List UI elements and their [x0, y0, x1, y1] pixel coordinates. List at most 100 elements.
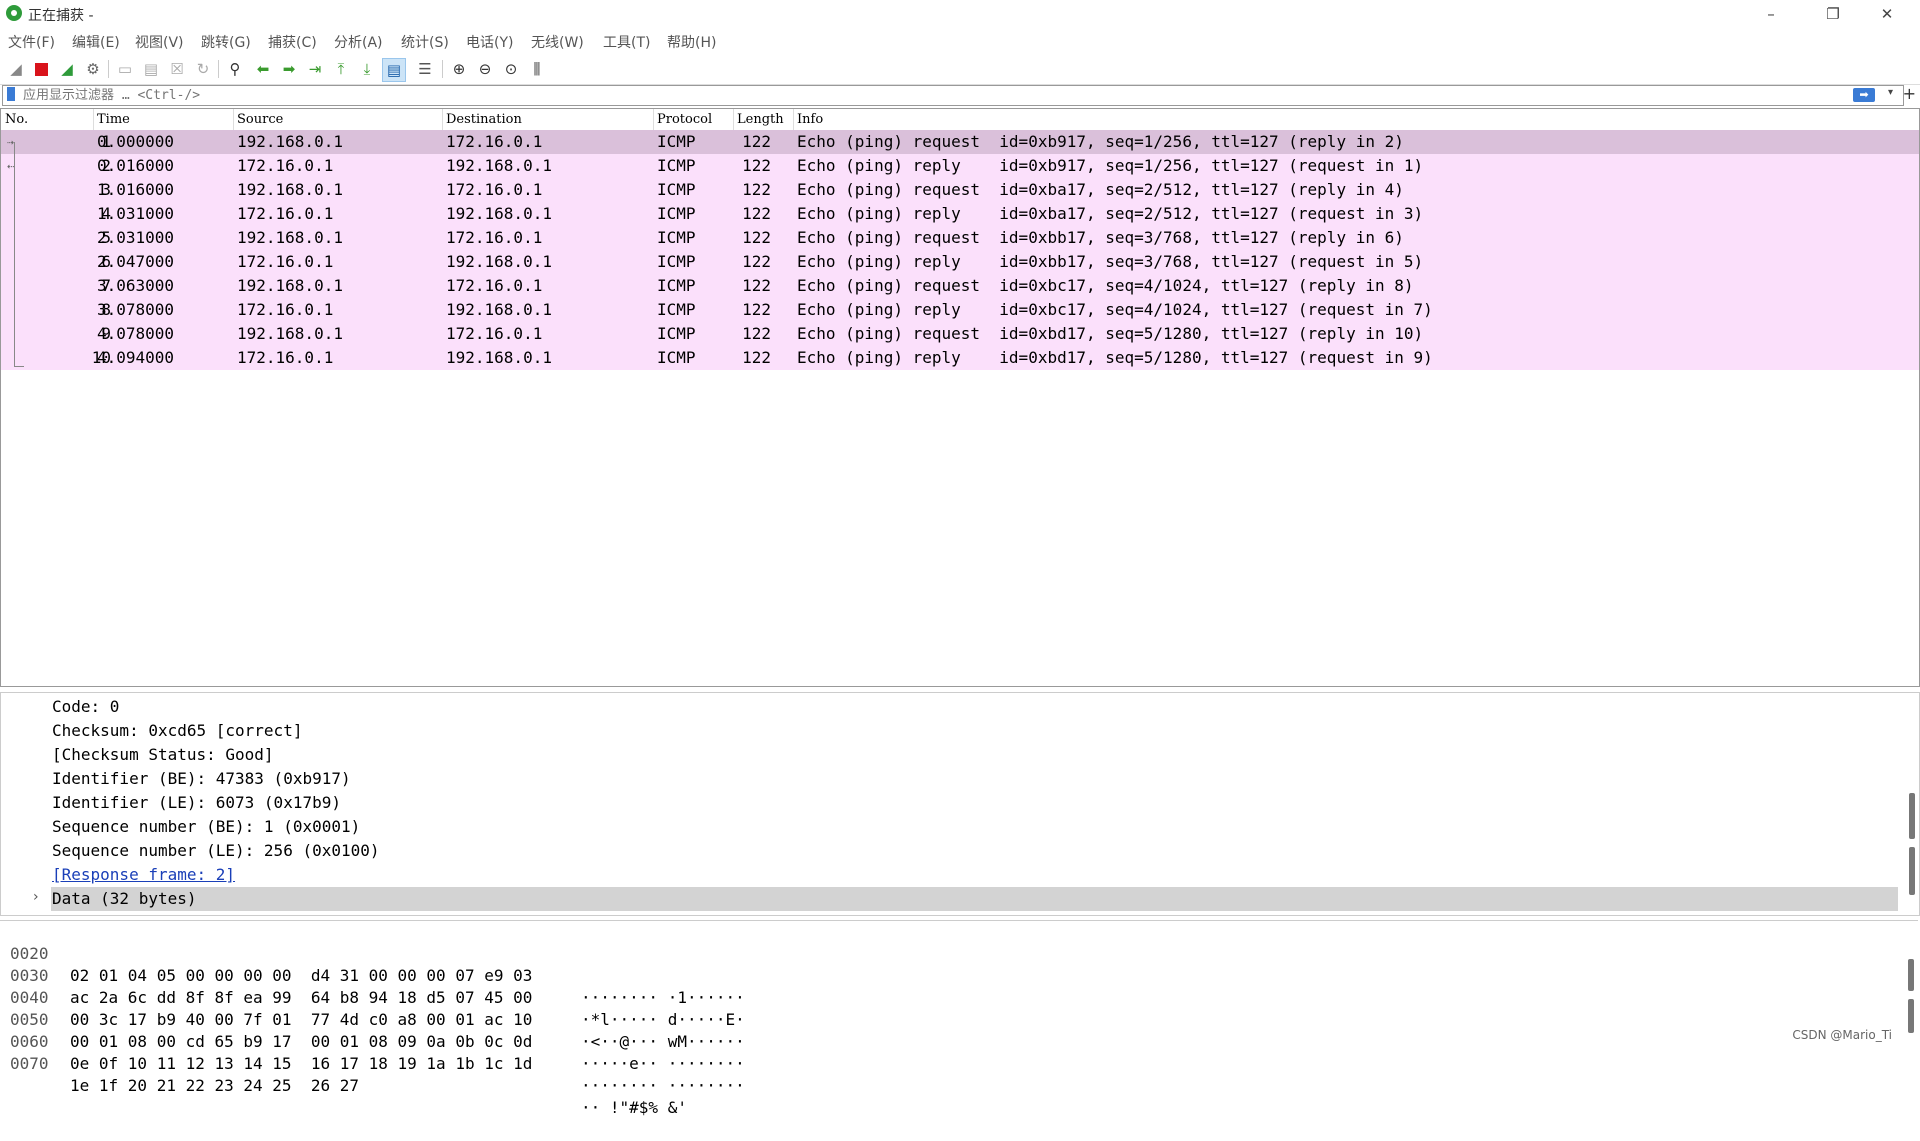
open-file-icon[interactable]: ▭ [114, 58, 136, 80]
normal-size-icon[interactable]: ⊙ [500, 58, 522, 80]
packet-source: 172.16.0.1 [237, 348, 334, 367]
hex-row[interactable]: 0050 00 01 08 00 cd 65 b9 17 00 01 08 09… [0, 987, 745, 1073]
packet-source: 172.16.0.1 [237, 252, 334, 271]
filter-history-dropdown[interactable]: ▾ [1888, 87, 1893, 98]
restart-capture-icon[interactable]: ◢ [56, 58, 78, 80]
detail-sequence-le[interactable]: Sequence number (LE): 256 (0x0100) [52, 841, 380, 860]
packet-destination: 192.168.0.1 [446, 204, 552, 223]
menu-file[interactable]: 文件(F) [8, 32, 55, 52]
menu-edit[interactable]: 编辑(E) [72, 32, 120, 52]
bytes-scrollbar-thumb[interactable] [1908, 999, 1914, 1033]
close-file-icon[interactable]: ☒ [166, 58, 188, 80]
menu-help[interactable]: 帮助(H) [667, 32, 716, 52]
column-destination[interactable]: Destination [446, 112, 522, 127]
packet-info: Echo (ping) request id=0xbb17, seq=3/768… [797, 228, 1404, 247]
column-separator [93, 109, 94, 130]
detail-checksum-status[interactable]: [Checksum Status: Good] [52, 745, 274, 764]
bytes-scrollbar-thumb[interactable] [1908, 959, 1914, 991]
autoscroll-icon[interactable]: ▤ [382, 58, 406, 82]
bookmark-icon[interactable] [7, 87, 15, 101]
packet-destination: 172.16.0.1 [446, 132, 543, 151]
zoom-out-icon[interactable]: ⊖ [474, 58, 496, 80]
packet-row[interactable]: 6 2.047000 172.16.0.1 192.168.0.1 ICMP 1… [1, 250, 1919, 274]
first-packet-icon[interactable]: ⤒ [330, 58, 352, 80]
detail-identifier-le[interactable]: Identifier (LE): 6073 (0x17b9) [52, 793, 341, 812]
packet-length: 122 [742, 156, 771, 175]
resize-columns-icon[interactable]: ⫼ [526, 58, 548, 80]
column-protocol[interactable]: Protocol [657, 112, 712, 127]
reload-icon[interactable]: ↻ [192, 58, 214, 80]
menu-wireless[interactable]: 无线(W) [531, 32, 584, 52]
go-back-icon[interactable]: ⬅ [252, 58, 274, 80]
packet-row[interactable]: ⇠ 2 0.016000 172.16.0.1 192.168.0.1 ICMP… [1, 154, 1919, 178]
packet-row[interactable]: 8 3.078000 172.16.0.1 192.168.0.1 ICMP 1… [1, 298, 1919, 322]
details-scrollbar-thumb[interactable] [1909, 847, 1915, 895]
packet-info: Echo (ping) reply id=0xbd17, seq=5/1280,… [797, 348, 1433, 367]
menu-capture[interactable]: 捕获(C) [268, 32, 317, 52]
detail-checksum[interactable]: Checksum: 0xcd65 [correct] [52, 721, 302, 740]
packet-destination: 172.16.0.1 [446, 276, 543, 295]
hex-bytes: 00 01 08 00 cd 65 b9 17 00 01 08 09 0a 0… [70, 1032, 533, 1051]
packet-row[interactable]: 10 4.094000 172.16.0.1 192.168.0.1 ICMP … [1, 346, 1919, 370]
restore-button[interactable]: ❐ [1810, 2, 1856, 26]
column-separator [233, 109, 234, 130]
menu-go[interactable]: 跳转(G) [201, 32, 251, 52]
hex-ascii: ········ ········ [581, 1076, 745, 1095]
column-info[interactable]: Info [797, 112, 823, 127]
stop-capture-icon[interactable] [30, 58, 52, 80]
packet-protocol: ICMP [657, 228, 696, 247]
packet-length: 122 [742, 348, 771, 367]
detail-sequence-be[interactable]: Sequence number (BE): 1 (0x0001) [52, 817, 360, 836]
packet-row[interactable]: 9 4.078000 192.168.0.1 172.16.0.1 ICMP 1… [1, 322, 1919, 346]
packet-source: 172.16.0.1 [237, 156, 334, 175]
packet-row[interactable]: ⇢ 1 0.000000 192.168.0.1 172.16.0.1 ICMP… [1, 130, 1919, 154]
close-button[interactable]: ✕ [1864, 2, 1910, 26]
packet-length: 122 [742, 324, 771, 343]
column-time[interactable]: Time [97, 112, 130, 127]
colorize-icon[interactable]: ☰ [414, 58, 436, 80]
detail-code[interactable]: Code: 0 [52, 697, 119, 716]
menu-analyze[interactable]: 分析(A) [334, 32, 383, 52]
packet-row[interactable]: 4 1.031000 172.16.0.1 192.168.0.1 ICMP 1… [1, 202, 1919, 226]
add-filter-button[interactable]: + [1903, 84, 1916, 103]
display-filter-box: ➡ ▾ [2, 85, 1904, 106]
shark-fin-icon[interactable]: ◢ [5, 58, 27, 80]
menu-view[interactable]: 视图(V) [135, 32, 184, 52]
packet-length: 122 [742, 276, 771, 295]
go-to-packet-icon[interactable]: ⇥ [304, 58, 326, 80]
packet-row[interactable]: 5 2.031000 192.168.0.1 172.16.0.1 ICMP 1… [1, 226, 1919, 250]
response-frame-link[interactable]: [Response frame: 2] [52, 865, 235, 884]
expand-arrow-icon[interactable]: › [33, 889, 39, 905]
hex-row[interactable]: 0030 ac 2a 6c dd 8f 8f ea 99 64 b8 94 18… [0, 943, 745, 1029]
detail-identifier-be[interactable]: Identifier (BE): 47383 (0xb917) [52, 769, 351, 788]
zoom-in-icon[interactable]: ⊕ [448, 58, 470, 80]
hex-row[interactable]: 0070 1e 1f 20 21 22 23 24 25 26 27 ·· !"… [0, 1031, 687, 1117]
watermark: CSDN @Mario_Ti [1792, 1028, 1892, 1042]
hex-row[interactable]: 0020 02 01 04 05 00 00 00 00 d4 31 00 00… [0, 921, 745, 1007]
details-scrollbar-thumb[interactable] [1909, 793, 1915, 839]
hex-row[interactable]: 0040 00 3c 17 b9 40 00 7f 01 77 4d c0 a8… [0, 965, 745, 1051]
go-forward-icon[interactable]: ➡ [278, 58, 300, 80]
detail-data[interactable]: Data (32 bytes) [52, 889, 197, 908]
menu-statistics[interactable]: 统计(S) [401, 32, 449, 52]
last-packet-icon[interactable]: ⤓ [356, 58, 378, 80]
packet-row[interactable]: 7 3.063000 192.168.0.1 172.16.0.1 ICMP 1… [1, 274, 1919, 298]
menu-tools[interactable]: 工具(T) [603, 32, 650, 52]
column-separator [653, 109, 654, 130]
column-length[interactable]: Length [737, 112, 784, 127]
packet-row[interactable]: 3 1.016000 192.168.0.1 172.16.0.1 ICMP 1… [1, 178, 1919, 202]
find-packet-icon[interactable]: ⚲ [224, 58, 246, 80]
apply-filter-button[interactable]: ➡ [1853, 88, 1875, 102]
column-no[interactable]: No. [5, 112, 28, 127]
packet-protocol: ICMP [657, 300, 696, 319]
minimize-button[interactable]: – [1748, 2, 1794, 26]
menu-telephony[interactable]: 电话(Y) [466, 32, 513, 52]
hex-row[interactable]: 0060 0e 0f 10 11 12 13 14 15 16 17 18 19… [0, 1009, 745, 1095]
save-file-icon[interactable]: ▤ [140, 58, 162, 80]
packet-info: Echo (ping) reply id=0xbb17, seq=3/768, … [797, 252, 1424, 271]
capture-options-icon[interactable]: ⚙ [82, 58, 104, 80]
display-filter-input[interactable] [23, 86, 1853, 105]
packet-time: 1.016000 [97, 180, 175, 199]
column-source[interactable]: Source [237, 112, 283, 127]
wireshark-app-icon [6, 5, 22, 21]
